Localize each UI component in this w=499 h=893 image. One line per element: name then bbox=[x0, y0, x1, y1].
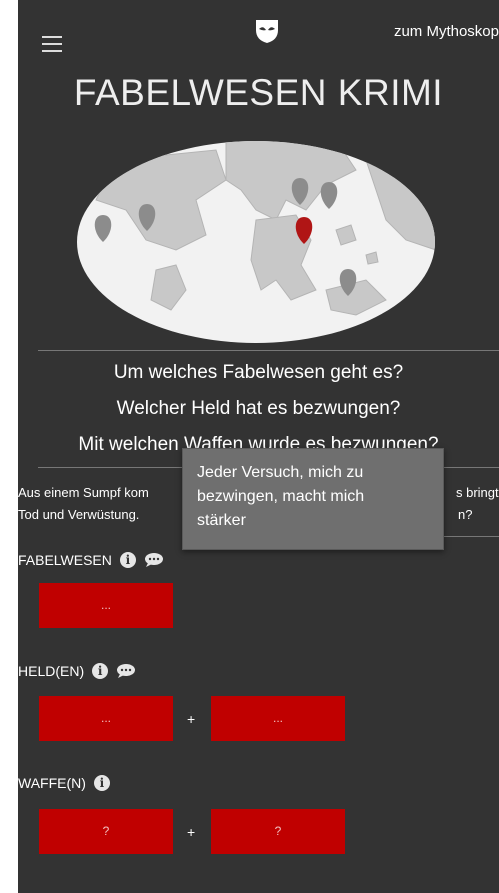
tooltip-line-3: stärker bbox=[197, 512, 246, 529]
hero-slot-2[interactable]: ... bbox=[211, 696, 345, 741]
weapon-slot-2[interactable]: ? bbox=[211, 809, 345, 854]
description-line-2-end: n? bbox=[458, 507, 473, 522]
chat-icon[interactable] bbox=[116, 663, 136, 679]
question-hero: Welcher Held hat es bezwungen? bbox=[116, 398, 401, 419]
hero-section-label: HELD(EN) i bbox=[18, 663, 136, 679]
tooltip-line-1: Jeder Versuch, mich zu bbox=[197, 464, 364, 481]
greece-map bbox=[77, 141, 435, 343]
mythoskop-link[interactable]: zum Mythoskop bbox=[394, 23, 499, 40]
plus-sign: + bbox=[187, 711, 196, 727]
description-line-1-end: s bringt bbox=[456, 485, 499, 500]
hero-label: HELD(EN) bbox=[18, 663, 85, 679]
info-icon[interactable]: i bbox=[119, 552, 136, 568]
question-creature: Um welches Fabelwesen geht es? bbox=[113, 362, 404, 383]
mask-logo-icon[interactable] bbox=[255, 18, 279, 44]
info-icon[interactable]: i bbox=[92, 663, 109, 679]
tooltip-line-2: bezwingen, macht mich bbox=[197, 488, 365, 505]
description-line-1-start: Aus einem Sumpf kom bbox=[18, 485, 149, 500]
divider bbox=[38, 350, 499, 351]
app-frame: zum Mythoskop FABELWESEN KRIMI Um welche… bbox=[18, 0, 499, 893]
hint-tooltip: Jeder Versuch, mich zu bezwingen, macht … bbox=[182, 448, 444, 550]
description-line-2-start: Tod und Verwüstung. bbox=[18, 507, 140, 522]
hamburger-icon[interactable] bbox=[42, 36, 62, 52]
hero-slot-1[interactable]: ... bbox=[39, 696, 173, 741]
info-icon[interactable]: i bbox=[93, 775, 110, 791]
page-title: FABELWESEN KRIMI bbox=[73, 72, 444, 113]
top-bar: zum Mythoskop bbox=[18, 0, 499, 68]
weapon-label: WAFFE(N) bbox=[18, 775, 86, 791]
creature-section-label: FABELWESEN i bbox=[18, 552, 164, 568]
weapon-section-label: WAFFE(N) i bbox=[18, 775, 110, 791]
creature-label: FABELWESEN bbox=[18, 552, 112, 568]
weapon-slot-1[interactable]: ? bbox=[39, 809, 173, 854]
creature-slot[interactable]: ... bbox=[39, 583, 173, 628]
plus-sign: + bbox=[187, 824, 196, 840]
chat-icon[interactable] bbox=[144, 552, 164, 568]
